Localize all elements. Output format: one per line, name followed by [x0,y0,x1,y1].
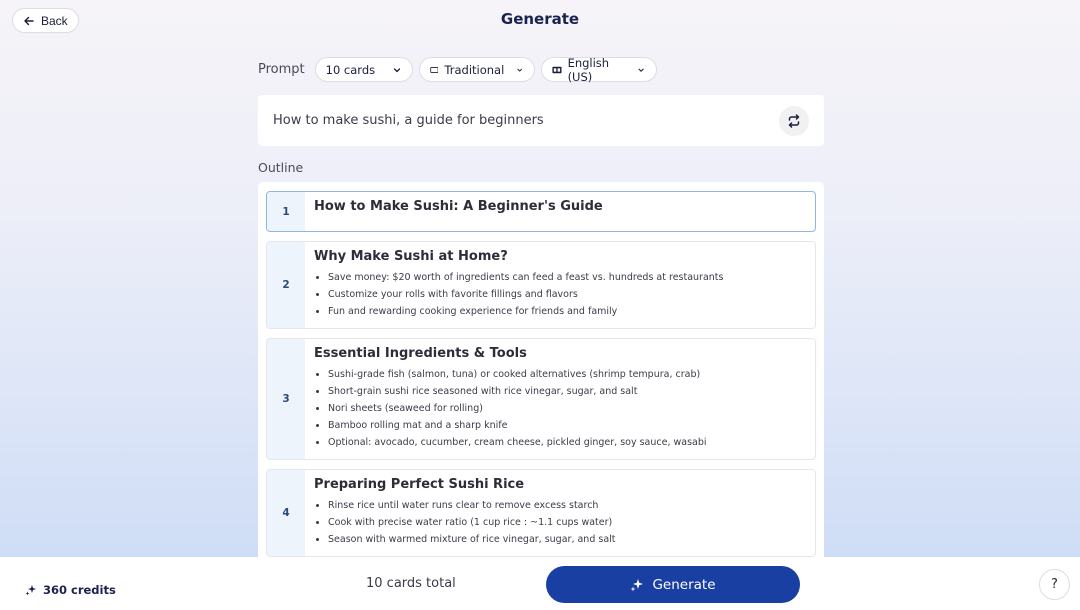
chevron-down-icon [393,67,400,72]
card-bullet[interactable]: Cook with precise water ratio (1 cup ric… [314,514,805,531]
card-count-select[interactable]: 10 cards [314,57,413,82]
outline-card[interactable]: 1 How to Make Sushi: A Beginner's Guide [266,191,816,232]
language-icon [552,66,562,73]
outline-panel: 1 How to Make Sushi: A Beginner's Guide … [258,182,824,562]
language-value: English (US) [567,55,610,84]
cards-total: 10 cards total [366,576,456,591]
credits-display[interactable]: 360 credits [25,583,116,597]
card-layout-icon [429,66,439,73]
card-number: 3 [267,339,305,459]
card-title[interactable]: How to Make Sushi: A Beginner's Guide [314,199,805,214]
card-bullet[interactable]: Short-grain sushi rice seasoned with ric… [314,383,805,400]
generate-label: Generate [652,576,716,593]
card-bullet[interactable]: Save money: $20 worth of ingredients can… [314,269,805,286]
card-bullet[interactable]: Sushi-grade fish (salmon, tuna) or cooke… [314,366,805,383]
outline-label: Outline [258,160,304,175]
outline-card[interactable]: 3 Essential Ingredients & Tools Sushi-gr… [266,338,816,460]
outline-card[interactable]: 2 Why Make Sushi at Home? Save money: $2… [266,241,816,329]
card-number: 4 [267,470,305,556]
card-title[interactable]: Why Make Sushi at Home? [314,249,805,264]
sparkle-icon [25,585,36,596]
generate-button[interactable]: Generate [546,566,800,603]
card-title[interactable]: Preparing Perfect Sushi Rice [314,477,805,492]
card-bullet[interactable]: Bamboo rolling mat and a sharp knife [314,417,805,434]
chevron-down-icon [517,68,523,72]
card-bullet[interactable]: Season with warmed mixture of rice vineg… [314,531,805,548]
card-bullets: Rinse rice until water runs clear to rem… [314,497,805,548]
card-bullet[interactable]: Customize your rolls with favorite filli… [314,286,805,303]
chevron-down-icon [638,68,645,72]
card-count-value: 10 cards [325,62,376,77]
card-bullet[interactable]: Nori sheets (seaweed for rolling) [314,400,805,417]
card-bullet[interactable]: Optional: avocado, cucumber, cream chees… [314,434,805,451]
credits-label: 360 credits [43,583,116,597]
swap-arrows-icon [788,113,800,128]
help-icon: ? [1051,577,1058,592]
prompt-box [258,95,824,146]
card-bullet[interactable]: Rinse rice until water runs clear to rem… [314,497,805,514]
prompt-label: Prompt [258,62,305,77]
regenerate-button[interactable] [779,105,809,136]
card-bullets: Sushi-grade fish (salmon, tuna) or cooke… [314,366,805,451]
prompt-settings: Prompt 10 cards Traditional English (US) [258,55,657,84]
card-bullets: Save money: $20 worth of ingredients can… [314,269,805,320]
sparkle-icon [630,578,644,591]
card-bullet[interactable]: Fun and rewarding cooking experience for… [314,303,805,320]
style-select[interactable]: Traditional [418,57,535,82]
card-title[interactable]: Essential Ingredients & Tools [314,346,805,361]
card-number: 2 [267,242,305,328]
outline-card[interactable]: 4 Preparing Perfect Sushi Rice Rinse ric… [266,469,816,557]
bottom-bar: 360 credits 10 cards total Generate ? [0,557,1080,610]
help-button[interactable]: ? [1039,569,1070,600]
style-value: Traditional [444,62,505,77]
language-select[interactable]: English (US) [540,55,657,84]
card-number: 1 [267,192,305,231]
page-title: Generate [500,10,580,28]
prompt-input[interactable] [273,113,779,128]
